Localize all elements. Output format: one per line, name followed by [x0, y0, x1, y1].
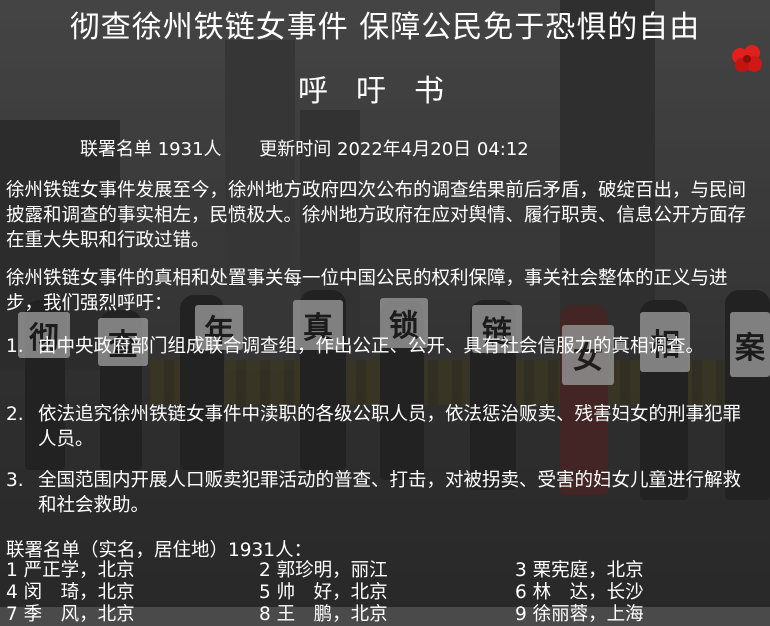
signatures-heading: 联署名单（实名，居住地）1931人：	[6, 540, 313, 561]
demand-item: 3. 全国范围内开展人口贩卖犯罪活动的普查、打击，对被拐卖、受害的妇女儿童进行解…	[6, 468, 746, 518]
page-subtitle: 呼吁书	[298, 74, 472, 109]
signature-entry: 9 徐丽蓉，上海	[515, 604, 644, 625]
signature-entry: 4 闵 琦，北京	[6, 582, 135, 603]
signature-entry: 7 季 风，北京	[6, 604, 135, 625]
signatory-count: 联署名单 1931人	[80, 139, 222, 160]
paragraph: 徐州铁链女事件发展至今，徐州地方政府四次公布的调查结果前后矛盾，破绽百出，与民间…	[6, 180, 747, 251]
demand-number: 3.	[6, 470, 24, 491]
signature-entry: 5 帅 好，北京	[259, 582, 388, 603]
demand-text: 全国范围内开展人口贩卖犯罪活动的普查、打击，对被拐卖、受害的妇女儿童进行解救和社…	[38, 470, 742, 516]
demand-text: 依法追究徐州铁链女事件中渎职的各级公职人员，依法惩治贩卖、残害妇女的刑事犯罪人员…	[38, 404, 742, 450]
demand-number: 2.	[6, 404, 24, 425]
signature-entry: 2 郭珍明，丽江	[259, 560, 388, 581]
page-title: 彻查徐州铁链女事件 保障公民免于恐惧的自由	[69, 10, 701, 45]
signature-row: 4 闵 琦，北京 5 帅 好，北京 6 林 达，长沙	[6, 582, 766, 604]
signature-entry: 6 林 达，长沙	[515, 582, 644, 603]
meta-line: 联署名单 1931人 更新时间 2022年4月20日 04:12	[80, 135, 561, 161]
update-time: 更新时间 2022年4月20日 04:12	[259, 139, 529, 160]
demand-number: 1.	[6, 336, 24, 357]
signature-row: 7 季 风，北京 8 王 鹏，北京 9 徐丽蓉，上海	[6, 604, 766, 626]
signature-entry: 8 王 鹏，北京	[259, 604, 388, 625]
paragraph: 徐州铁链女事件的真相和处置事关每一位中国公民的权利保障，事关社会整体的正义与进步…	[6, 268, 728, 314]
signature-entry: 3 栗宪庭，北京	[515, 560, 644, 581]
signature-entry: 1 严正学，北京	[6, 560, 135, 581]
signature-row: 1 严正学，北京 2 郭珍明，丽江 3 栗宪庭，北京	[6, 560, 766, 582]
demand-item: 2. 依法追究徐州铁链女事件中渎职的各级公职人员，依法惩治贩卖、残害妇女的刑事犯…	[6, 402, 746, 452]
demand-text: 由中央政府部门组成联合调查组，作出公正、公开、具有社会信服力的真相调查。	[38, 336, 705, 357]
signatures-list: 1 严正学，北京 2 郭珍明，丽江 3 栗宪庭，北京 4 闵 琦，北京 5 帅 …	[6, 560, 766, 626]
demand-item: 1. 由中央政府部门组成联合调查组，作出公正、公开、具有社会信服力的真相调查。	[6, 334, 746, 359]
